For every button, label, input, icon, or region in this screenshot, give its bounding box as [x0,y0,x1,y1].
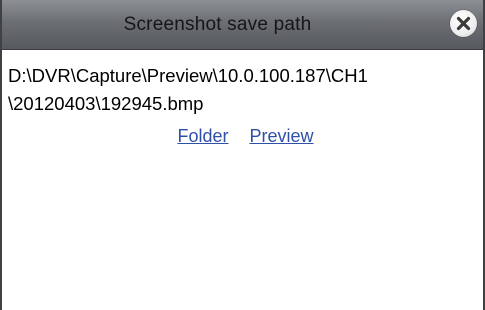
preview-link[interactable]: Preview [250,126,314,146]
title-bar: Screenshot save path [2,0,483,50]
dialog-body: D:\DVR\Capture\Preview\10.0.100.187\CH1 … [2,50,483,149]
close-icon [456,16,471,31]
save-path-line-2: \20120403\192945.bmp [8,93,204,114]
screenshot-save-path-dialog: Screenshot save path D:\DVR\Capture\Prev… [0,0,485,310]
action-links: Folder Preview [8,123,483,149]
save-path-line-1: D:\DVR\Capture\Preview\10.0.100.187\CH1 [8,65,368,86]
folder-link[interactable]: Folder [177,126,228,146]
dialog-title: Screenshot save path [123,14,312,35]
close-button[interactable] [450,10,477,37]
